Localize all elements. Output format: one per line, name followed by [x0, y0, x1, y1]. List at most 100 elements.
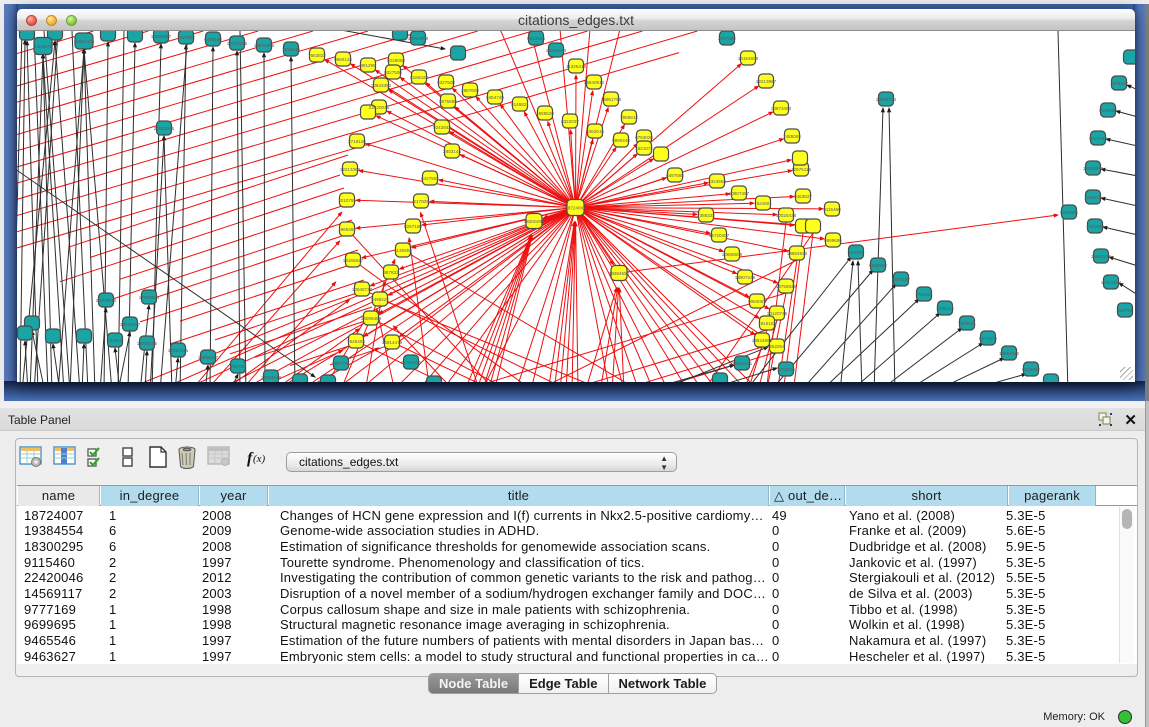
svg-text:8322037: 8322037 [561, 119, 579, 124]
svg-text:16914479: 16914479 [382, 340, 403, 345]
svg-text:7625402: 7625402 [347, 339, 365, 344]
svg-text:9242843: 9242843 [433, 125, 451, 130]
svg-text:10053809: 10053809 [408, 36, 429, 41]
svg-text:12213967: 12213967 [756, 79, 777, 84]
svg-text:17359924: 17359924 [139, 295, 160, 300]
svg-text:9226058: 9226058 [387, 58, 405, 63]
svg-text:10046738: 10046738 [352, 287, 373, 292]
svg-text:8186328: 8186328 [410, 75, 428, 80]
svg-text:2935114: 2935114 [936, 306, 954, 311]
svg-text:19166827: 19166827 [343, 258, 364, 263]
svg-text:1527602: 1527602 [177, 35, 195, 40]
svg-text:18300295: 18300295 [524, 219, 545, 224]
svg-text:18724007: 18724007 [565, 206, 586, 211]
svg-text:10719155: 10719155 [227, 41, 248, 46]
svg-text:9146821: 9146821 [511, 102, 529, 107]
svg-text:10654112: 10654112 [999, 351, 1020, 356]
svg-text:2718126: 2718126 [348, 139, 366, 144]
svg-text:14136141: 14136141 [732, 361, 753, 366]
svg-text:22420046: 22420046 [369, 105, 390, 110]
svg-text:14099489: 14099489 [361, 316, 382, 321]
svg-text:887833: 887833 [383, 270, 399, 275]
svg-text:9129966: 9129966 [1099, 108, 1117, 113]
svg-text:1362615: 1362615 [586, 129, 604, 134]
svg-text:18907249: 18907249 [735, 275, 756, 280]
svg-text:5498222: 5498222 [371, 297, 389, 302]
svg-text:1010755: 1010755 [338, 198, 356, 203]
svg-text:782759: 782759 [230, 364, 246, 369]
svg-text:17957225: 17957225 [168, 348, 189, 353]
svg-text:8454749: 8454749 [486, 95, 504, 100]
svg-text:8990448: 8990448 [612, 138, 630, 143]
svg-text:15720407: 15720407 [709, 233, 730, 238]
svg-text:10648784: 10648784 [876, 97, 897, 102]
svg-text:9463627: 9463627 [794, 194, 812, 199]
svg-text:7632621: 7632621 [958, 321, 976, 326]
svg-text:217005: 217005 [413, 199, 429, 204]
svg-text:19654923: 19654923 [787, 251, 808, 256]
svg-text:1975107: 1975107 [1110, 81, 1128, 86]
svg-text:7955812: 7955812 [620, 115, 638, 120]
svg-text:8471676: 8471676 [979, 336, 997, 341]
svg-text:1815152: 1815152 [758, 321, 776, 326]
svg-text:16154808: 16154808 [738, 56, 759, 61]
svg-text:7663822: 7663822 [308, 53, 326, 58]
svg-text:10120746: 10120746 [767, 311, 788, 316]
svg-text:134519: 134519 [107, 338, 123, 343]
svg-text:1021064: 1021064 [1086, 224, 1104, 229]
svg-text:19975887: 19975887 [120, 322, 141, 327]
svg-text:2967608: 2967608 [461, 88, 479, 93]
svg-text:12213369: 12213369 [340, 167, 361, 172]
svg-text:6466160: 6466160 [204, 37, 222, 42]
svg-text:9660124: 9660124 [334, 57, 352, 62]
svg-text:15692971: 15692971 [1091, 254, 1112, 259]
svg-text:9115460: 9115460 [823, 207, 841, 212]
svg-text:8813054: 8813054 [527, 36, 545, 41]
svg-text:12093872: 12093872 [1083, 166, 1104, 171]
svg-text:9245652: 9245652 [1022, 367, 1040, 372]
svg-text:10543382: 10543382 [371, 83, 392, 88]
svg-text:20691406: 20691406 [74, 39, 95, 44]
svg-text:1405571: 1405571 [34, 44, 52, 49]
svg-text:12923448: 12923448 [261, 375, 282, 380]
svg-text:6879197: 6879197 [892, 277, 910, 282]
svg-text:7386322: 7386322 [697, 213, 715, 218]
svg-text:7485063: 7485063 [783, 134, 801, 139]
svg-text:12505185: 12505185 [137, 341, 158, 346]
svg-text:1621072: 1621072 [635, 146, 653, 151]
svg-text:9327508: 9327508 [437, 80, 455, 85]
svg-text:164095: 164095 [848, 250, 864, 255]
svg-text:1135559: 1135559 [394, 248, 412, 253]
svg-text:18524851: 18524851 [752, 338, 773, 343]
svg-text:9875685: 9875685 [439, 99, 457, 104]
svg-text:19384554: 19384554 [609, 271, 630, 276]
svg-text:6938923: 6938923 [869, 263, 887, 268]
svg-text:9327500: 9327500 [384, 70, 402, 75]
svg-text:19218506: 19218506 [546, 48, 567, 53]
svg-text:10671355: 10671355 [254, 43, 275, 48]
svg-text:20206576: 20206576 [96, 298, 117, 303]
svg-text:16640910: 16640910 [584, 80, 605, 85]
svg-text:10655287: 10655287 [151, 34, 172, 39]
svg-text:6794028: 6794028 [635, 135, 653, 140]
svg-text:3324554: 3324554 [708, 179, 726, 184]
svg-text:16961758: 16961758 [601, 97, 622, 102]
svg-text:10688609: 10688609 [722, 252, 743, 257]
svg-text:116753: 116753 [1118, 308, 1133, 313]
svg-text:9699695: 9699695 [824, 238, 842, 243]
svg-text:2087682: 2087682 [718, 36, 736, 41]
svg-text:15716485: 15716485 [401, 360, 422, 365]
svg-text:11325419: 11325419 [566, 64, 587, 69]
svg-text:10025438: 10025438 [776, 213, 797, 218]
svg-text:10807487: 10807487 [729, 191, 750, 196]
svg-text:10973493: 10973493 [771, 106, 792, 111]
svg-text:10958187: 10958187 [198, 355, 219, 360]
svg-text:9227343: 9227343 [1089, 136, 1107, 141]
svg-text:62160: 62160 [757, 201, 770, 206]
svg-text:20053346: 20053346 [154, 126, 175, 131]
svg-text:8267150: 8267150 [404, 224, 422, 229]
svg-text:(x): (x) [253, 453, 266, 465]
svg-text:8215955: 8215955 [1060, 210, 1078, 215]
svg-text:19756928: 19756928 [776, 284, 797, 289]
svg-text:9857791: 9857791 [332, 361, 350, 366]
